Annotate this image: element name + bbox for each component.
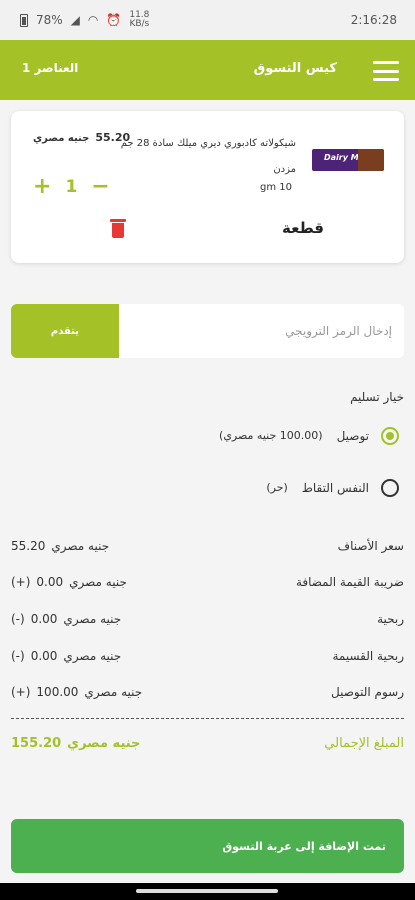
- increase-quantity-button[interactable]: +: [33, 176, 51, 198]
- summary-label: ربحية القسيمة: [332, 649, 404, 663]
- page-title: كيس التسوق: [253, 61, 337, 76]
- signal-icon: ◢: [70, 13, 80, 27]
- total-row: جنيه مصري 155.20 المبلغ الإجمالي: [11, 736, 404, 751]
- data-speed-unit: KB/s: [129, 19, 150, 29]
- radio-checked-icon[interactable]: [381, 427, 399, 445]
- promo-code-box: يتقدم: [11, 304, 404, 358]
- summary-value: 55.20: [11, 539, 46, 553]
- summary-value: 100.00: [36, 685, 79, 699]
- app-bar: كيس التسوق 1 العناصر: [0, 40, 415, 100]
- product-price: جنيه مصري 55.20: [33, 131, 130, 144]
- summary-label: ربحية: [377, 612, 404, 626]
- summary-value: 0.00: [30, 612, 58, 626]
- total-label: المبلغ الإجمالي: [324, 736, 404, 751]
- delivery-option-label: توصيل: [336, 429, 369, 443]
- pickup-option-label: النفس التقاط: [301, 481, 369, 495]
- summary-currency: جنيه مصري: [51, 539, 110, 553]
- product-image[interactable]: Dairy Milk: [312, 149, 384, 171]
- summary-label: ضريبة القيمة المضافة: [295, 575, 404, 589]
- cart-items-count: 1 العناصر: [22, 61, 79, 75]
- battery-icon: [20, 13, 28, 27]
- checkout-button[interactable]: تمت الإضافة إلى عربة التسوق: [11, 819, 404, 873]
- delivery-option-title: خيار تسليم: [350, 390, 404, 404]
- status-icons: 78% ◢ ◠ ⏰ 11.8 KB/s: [20, 11, 149, 29]
- summary-row-items-price: جنيه مصري 55.20 سعر الأصناف: [11, 539, 404, 553]
- total-currency: جنيه مصري: [67, 736, 141, 751]
- home-indicator[interactable]: [136, 889, 278, 893]
- product-name-line1: شيكولاته كادبوري ديري ميلك سادة 28 جم: [120, 138, 296, 149]
- pickup-option-note: (حر): [266, 481, 288, 494]
- summary-value: 0.00: [30, 649, 58, 663]
- product-name-line2: مزدن: [273, 164, 296, 175]
- wifi-icon: ◠: [87, 13, 99, 27]
- price-value: 55.20: [95, 131, 131, 144]
- summary-sign: (-): [11, 649, 25, 663]
- summary-currency: جنيه مصري: [84, 685, 143, 699]
- apply-promo-button[interactable]: يتقدم: [11, 304, 119, 358]
- delivery-option-delivery[interactable]: توصيل (100.00 جنيه مصري): [219, 427, 399, 445]
- status-time: 2:16:28: [350, 13, 397, 27]
- summary-value: 0.00: [36, 575, 64, 589]
- total-value: 155.20: [11, 736, 62, 751]
- quantity-value: 1: [65, 177, 78, 197]
- delivery-option-note: (100.00 جنيه مصري): [219, 429, 323, 442]
- cart-item-card: Dairy Milk شيكولاته كادبوري ديري ميلك سا…: [11, 111, 404, 263]
- price-currency: جنيه مصري: [33, 133, 90, 144]
- product-weight: 10 gm: [259, 182, 292, 193]
- battery-level: 78%: [36, 13, 63, 27]
- delete-icon[interactable]: [110, 219, 126, 238]
- summary-currency: جنيه مصري: [69, 575, 127, 589]
- radio-unchecked-icon[interactable]: [381, 479, 399, 497]
- product-name: شيكولاته كادبوري ديري ميلك سادة 28 جم مز…: [106, 131, 296, 183]
- summary-sign: (+): [11, 685, 31, 699]
- summary-currency: جنيه مصري: [63, 612, 122, 626]
- summary-divider: [11, 718, 404, 719]
- summary-row-profit: جنيه مصري 0.00 (-) ربحية: [11, 612, 404, 626]
- delivery-option-pickup[interactable]: النفس التقاط (حر): [266, 479, 399, 497]
- summary-sign: (+): [11, 575, 31, 589]
- summary-sign: (-): [11, 612, 25, 626]
- promo-code-input[interactable]: [119, 304, 404, 358]
- summary-row-vat: جنيه مصري 0.00 (+) ضريبة القيمة المضافة: [11, 575, 404, 589]
- quantity-stepper: + 1 −: [33, 176, 110, 198]
- summary-row-delivery-fee: جنيه مصري 100.00 (+) رسوم التوصيل: [11, 685, 404, 699]
- summary-row-coupon: جنيه مصري 0.00 (-) ربحية القسيمة: [11, 649, 404, 663]
- product-unit: قطعة: [282, 219, 324, 237]
- decrease-quantity-button[interactable]: −: [91, 176, 109, 198]
- alarm-icon: ⏰: [106, 13, 122, 27]
- summary-label: سعر الأصناف: [337, 539, 404, 553]
- system-nav-bar: [0, 883, 415, 900]
- status-bar: 78% ◢ ◠ ⏰ 11.8 KB/s 2:16:28: [0, 0, 415, 40]
- data-speed: 11.8 KB/s: [129, 11, 149, 29]
- summary-currency: جنيه مصري: [63, 649, 122, 663]
- summary-label: رسوم التوصيل: [330, 685, 404, 699]
- menu-icon[interactable]: [373, 61, 399, 81]
